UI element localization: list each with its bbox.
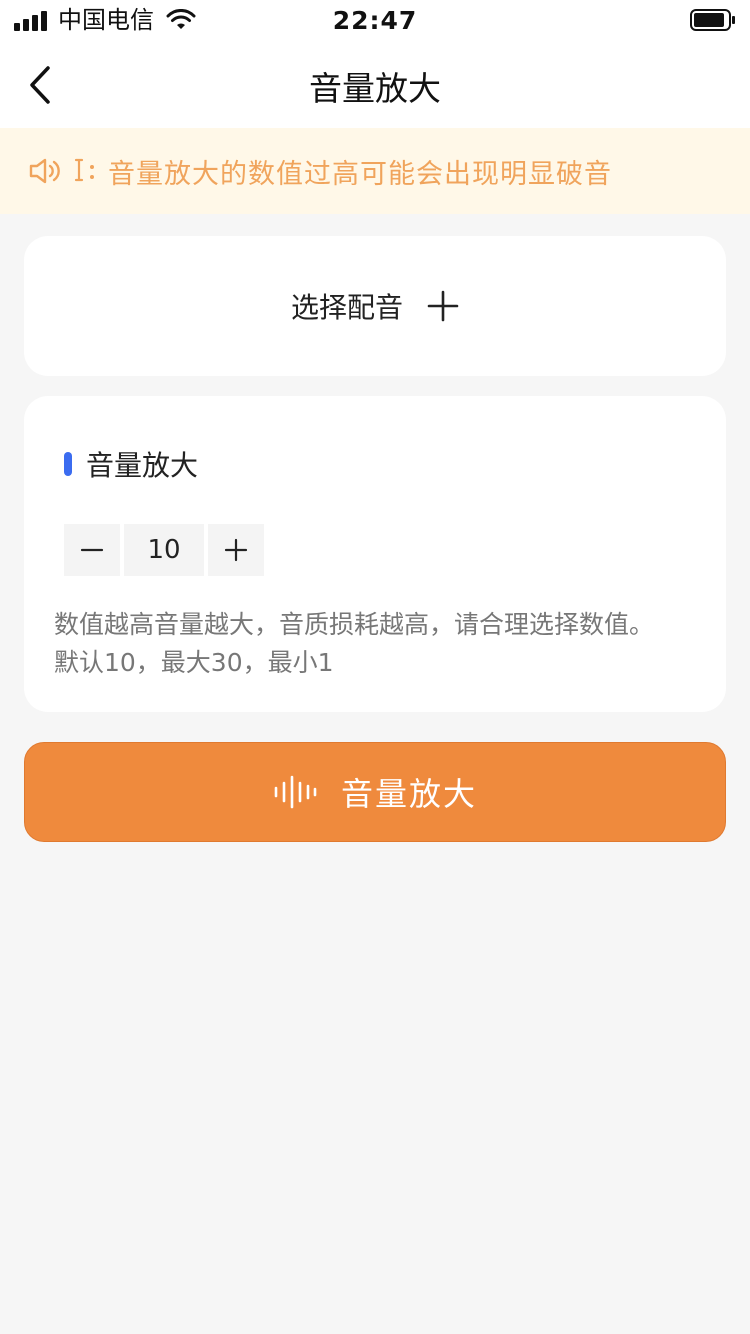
hint-line-1: 数值越高音量越大，音质损耗越高，请合理选择数值。 <box>54 610 655 639</box>
section-title: 音量放大 <box>86 449 199 482</box>
sound-wave-icon <box>274 775 317 809</box>
battery-icon <box>690 9 735 31</box>
warning-notice: 音量放大的数值过高可能会出现明显破音 <box>0 128 750 214</box>
amplify-button-label: 音量放大 <box>340 775 477 813</box>
volume-value[interactable]: 10 <box>124 524 204 576</box>
status-time: 22:47 <box>332 6 418 35</box>
page-title: 音量放大 <box>309 69 441 108</box>
volume-stepper: 10 <box>64 524 264 576</box>
decrease-button[interactable] <box>64 524 120 576</box>
increase-button[interactable] <box>208 524 264 576</box>
select-dub-label: 选择配音 <box>290 291 403 324</box>
select-dub-card[interactable]: 选择配音 <box>24 236 726 376</box>
amplify-button[interactable]: 音量放大 <box>24 742 726 842</box>
hint-text: 数值越高音量越大，音质损耗越高，请合理选择数值。 默认10，最大30，最小1 <box>54 606 714 682</box>
section-marker <box>64 452 72 476</box>
screen: 中国电信 22:47 音量放大 音量放大的数值过高可能会出现明显破音 选择配音 … <box>0 0 750 1334</box>
notice-separator-icon <box>74 158 94 182</box>
section-header: 音量放大 <box>64 444 198 484</box>
minus-icon <box>80 548 104 552</box>
plus-icon <box>427 290 459 322</box>
amplify-settings-card: 音量放大 10 数值越高音量越大，音质损耗越高，请合理选择数值。 默认10，最大… <box>24 396 726 712</box>
hint-line-2: 默认10，最大30，最小1 <box>54 648 334 677</box>
speaker-icon <box>29 158 60 184</box>
plus-icon <box>224 538 248 562</box>
notice-text: 音量放大的数值过高可能会出现明显破音 <box>108 158 612 190</box>
nav-bar: 音量放大 <box>0 40 750 128</box>
status-bar: 中国电信 22:47 <box>0 0 750 40</box>
